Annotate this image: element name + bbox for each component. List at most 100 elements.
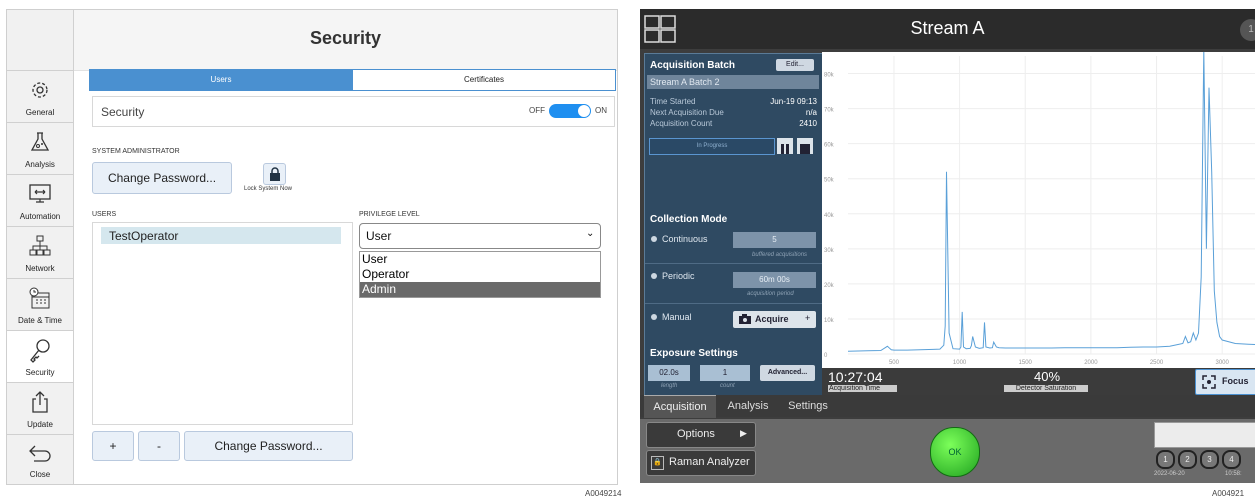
- exposure-length-input[interactable]: 02.0s: [648, 365, 690, 381]
- analyzer-label: Raman Analyzer: [669, 456, 750, 468]
- tab-certificates[interactable]: Certificates: [352, 69, 616, 91]
- continuous-input[interactable]: 5: [733, 232, 816, 248]
- radio-periodic[interactable]: [651, 273, 657, 279]
- slot-1[interactable]: 1: [1156, 450, 1175, 469]
- detector-saturation: 40%: [1034, 369, 1061, 384]
- tab-acquisition[interactable]: Acquisition: [644, 395, 716, 418]
- tab-label: Certificates: [463, 75, 504, 84]
- y-tick-label: 20k: [824, 283, 835, 289]
- spectrum-chart: 0 10k 20k 30k 40k 50k 60k 70k 80k 500 1000 1500 2000…: [822, 48, 1255, 368]
- bottom-tabs: Acquisition Analysis Settings: [640, 395, 1255, 418]
- sysadmin-heading: SYSTEM ADMINISTRATOR: [92, 148, 180, 155]
- sidebar-item-analysis[interactable]: Analysis: [7, 122, 73, 174]
- slot-label: 1: [1163, 455, 1168, 464]
- exposure-count-input[interactable]: 1: [700, 365, 750, 381]
- options-button[interactable]: Options ▶: [646, 422, 756, 448]
- sidebar-item-update[interactable]: Update: [7, 382, 73, 434]
- button-label: Change Password...: [214, 439, 323, 453]
- pause-icon: [780, 141, 790, 154]
- radio-continuous[interactable]: [651, 236, 657, 242]
- lock-icon: 🔒: [651, 456, 664, 470]
- add-user-button[interactable]: +: [92, 431, 134, 461]
- status-bar: 10:27:04 Acquisition Time 40% Detector S…: [822, 368, 1255, 396]
- divider: [645, 303, 822, 304]
- sidebar-item-date-time[interactable]: Date & Time: [7, 278, 73, 330]
- slot-3[interactable]: 3: [1200, 450, 1219, 469]
- acquire-plus: +: [805, 313, 811, 323]
- stream-number-badge[interactable]: 1: [1240, 19, 1255, 41]
- edit-batch-button[interactable]: Edit...: [776, 59, 814, 71]
- y-tick-label: 30k: [824, 248, 835, 254]
- focus-button[interactable]: Focus: [1195, 369, 1255, 395]
- tab-analysis[interactable]: Analysis: [720, 395, 776, 417]
- lock-icon: [269, 167, 280, 181]
- pause-button[interactable]: [777, 138, 793, 154]
- stream-title: Stream A: [910, 18, 985, 38]
- privilege-dropdown-menu: User Operator Admin: [359, 251, 601, 298]
- collection-heading: Collection Mode: [650, 214, 728, 225]
- sidebar-item-label: Date & Time: [17, 316, 62, 325]
- sysadmin-change-password-button[interactable]: Change Password...: [92, 162, 232, 194]
- list-item[interactable]: TestOperator: [101, 227, 341, 244]
- options-label: Options: [677, 428, 715, 440]
- dropdown-option-operator[interactable]: Operator: [360, 267, 600, 282]
- sidebar-item-close[interactable]: Close: [7, 434, 73, 484]
- stop-button[interactable]: [797, 138, 813, 154]
- periodic-input[interactable]: 60m 00s: [733, 272, 816, 288]
- badge-label: 1: [1248, 24, 1254, 35]
- gear-icon: [32, 82, 48, 98]
- dropdown-option-admin[interactable]: Admin: [360, 282, 600, 297]
- manual-label: Manual: [662, 312, 692, 322]
- tab-label: Acquisition: [653, 401, 707, 413]
- lock-system-button[interactable]: [263, 163, 286, 185]
- progress-label: In Progress: [696, 143, 728, 149]
- slot-label: 4: [1229, 455, 1234, 464]
- privilege-select[interactable]: User ⌄: [359, 223, 601, 249]
- saturation-label: Detector Saturation: [1004, 385, 1088, 392]
- acquisition-time-label: Acquisition Time: [828, 385, 897, 392]
- slot-4[interactable]: 4: [1222, 450, 1241, 469]
- page-header: Security: [74, 10, 617, 71]
- count-label: Acquisition Count: [650, 119, 713, 128]
- raman-analyzer-button[interactable]: 🔒 Raman Analyzer: [646, 450, 756, 476]
- message-box: [1154, 422, 1255, 448]
- advanced-button[interactable]: Advanced...: [760, 365, 815, 381]
- y-tick-label: 40k: [824, 213, 835, 219]
- x-tick-label: 500: [889, 360, 900, 366]
- sidebar-item-general[interactable]: General: [7, 70, 73, 122]
- privilege-heading: PRIVILEGE LEVEL: [359, 211, 420, 218]
- tab-users[interactable]: Users: [89, 69, 353, 91]
- remove-user-button[interactable]: -: [138, 431, 180, 461]
- ok-status-indicator: OK: [930, 427, 980, 477]
- y-tick-label: 60k: [824, 143, 835, 149]
- sidebar-item-automation[interactable]: Automation: [7, 174, 73, 226]
- network-icon: [29, 235, 51, 256]
- next-due-label: Next Acquisition Due: [650, 108, 724, 117]
- sidebar-item-network[interactable]: Network: [7, 226, 73, 278]
- spectrum-plot: 0 10k 20k 30k 40k 50k 60k 70k 80k 500 1000 1500 2000…: [824, 48, 1255, 366]
- button-label: Advanced...: [767, 369, 808, 376]
- security-toggle[interactable]: [549, 104, 591, 118]
- slot-2[interactable]: 2: [1178, 450, 1197, 469]
- batch-name-field[interactable]: Stream A Batch 2: [647, 75, 819, 89]
- toggle-knob: [578, 105, 590, 117]
- user-name: TestOperator: [109, 229, 179, 243]
- tab-settings[interactable]: Settings: [778, 395, 838, 417]
- key-icon: [30, 339, 50, 363]
- sidebar-item-security[interactable]: Security: [7, 330, 73, 382]
- focus-label: Focus: [1222, 376, 1249, 386]
- button-label: Edit...: [786, 61, 804, 68]
- user-change-password-button[interactable]: Change Password...: [184, 431, 353, 461]
- radio-manual[interactable]: [651, 314, 657, 320]
- input-value: 1: [722, 368, 728, 377]
- acquire-button[interactable]: Acquire +: [733, 311, 816, 328]
- next-due-value: n/a: [805, 108, 817, 117]
- x-tick-label: 1500: [1019, 360, 1033, 366]
- x-tick-label: 3000: [1215, 360, 1229, 366]
- ok-label: OK: [948, 447, 962, 457]
- page-title: Security: [309, 28, 382, 48]
- users-list[interactable]: TestOperator: [92, 222, 353, 425]
- count-value: 2410: [799, 119, 817, 128]
- dropdown-option-user[interactable]: User: [360, 252, 600, 267]
- security-toggle-row: Security OFF ON: [92, 96, 615, 127]
